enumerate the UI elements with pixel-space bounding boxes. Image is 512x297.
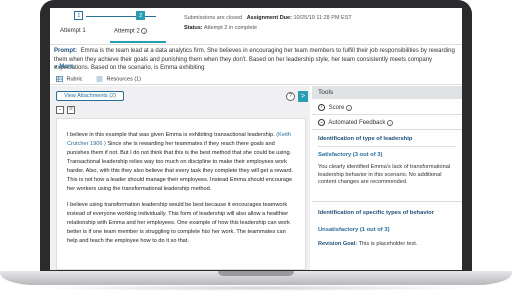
divider: [318, 146, 456, 147]
active-attempt-indicator: [110, 41, 166, 43]
chevron-down-icon: ∨: [54, 64, 58, 70]
prompt: Prompt: Emma is the team lead at a data …: [54, 47, 458, 73]
grid-icon: [56, 76, 63, 82]
info-icon[interactable]: i: [346, 104, 353, 111]
feedback-1-title: Identification of type of leadership: [318, 136, 413, 142]
tabs-bar: Rubric Resources (1): [50, 75, 462, 85]
submission-panel: View Attachments (2) ? > − ⤧ I believe i…: [50, 86, 310, 270]
prompt-text: Emma is the team lead at a data analytic…: [54, 48, 455, 71]
view-attachments-button[interactable]: View Attachments (2): [56, 91, 124, 101]
attempt-header: 1 Attempt 1 2 Attempt 2 i Submissions ar…: [50, 8, 462, 45]
score-row[interactable]: › Score i: [318, 104, 353, 112]
assignment-due-value: 10/25/19 11:28 PM EST: [293, 15, 352, 21]
prompt-label: Prompt:: [54, 48, 77, 54]
attempt-2-label: Attempt 2: [114, 28, 140, 35]
attempt-1-label: Attempt 1: [60, 28, 86, 34]
assignment-due-label: Assignment Due:: [246, 15, 292, 21]
chevron-down-icon: ⌄: [318, 119, 325, 126]
list-icon: [96, 76, 103, 82]
feedback-2-title: Identification of specific types of beha…: [318, 210, 434, 216]
feedback-1-level: Satisfactory (3 out of 3): [318, 152, 383, 158]
divider: [312, 129, 462, 130]
tab-resources-label: Resources (1): [106, 76, 142, 83]
revision-goal-label: Revision Goal:: [318, 241, 358, 247]
more-label: More: [59, 64, 74, 70]
tools-title: Tools: [312, 86, 462, 99]
attempt-2-number: 2: [136, 11, 146, 20]
attempt-2-step[interactable]: 2 Attempt 2 i: [114, 11, 148, 35]
info-icon[interactable]: i: [141, 28, 148, 34]
divider: [312, 201, 462, 202]
tools-panel: Tools › Score i ⌄ Automated Feedback i I…: [312, 86, 462, 270]
paragraph-1-body: Since she is rewarding her teammates if …: [67, 141, 294, 192]
tab-rubric-label: Rubric: [66, 76, 83, 83]
attempt-1-step[interactable]: 1 Attempt 1: [60, 11, 86, 34]
feedback-1-text: You clearly identified Emma's lack of tr…: [318, 164, 451, 185]
laptop-shadow: [30, 285, 482, 291]
expand-icon[interactable]: ⤧: [67, 106, 75, 114]
zoom-out-icon[interactable]: −: [56, 106, 64, 114]
revision-goal-text: This is placeholder text.: [358, 241, 418, 247]
laptop-notch: [218, 271, 294, 276]
submissions-status: Submissions are closed: [184, 15, 243, 21]
status-value: Attempt 2 in complete: [203, 25, 258, 31]
paragraph-1-intro: I believe in this example that was given…: [67, 132, 275, 138]
submission-meta: Submissions are closed Assignment Due: 1…: [184, 13, 352, 33]
paragraph-2: I believe using transformation leadershi…: [67, 202, 290, 244]
automated-feedback-label: Automated Feedback: [328, 120, 386, 127]
tab-rubric[interactable]: Rubric: [56, 76, 82, 82]
info-icon[interactable]: i: [387, 119, 394, 126]
attempt-1-number: 1: [74, 11, 84, 20]
screen: 1 Attempt 1 2 Attempt 2 i Submissions ar…: [50, 8, 462, 270]
more-link[interactable]: ∨ More: [54, 64, 74, 70]
submission-document: I believe in this example that was given…: [56, 118, 306, 270]
divider: [312, 114, 462, 115]
chevron-right-icon: ›: [318, 104, 325, 111]
help-icon[interactable]: ?: [286, 92, 295, 101]
tab-resources[interactable]: Resources (1): [96, 76, 141, 82]
status-label: Status:: [184, 25, 203, 31]
collapse-tools-button[interactable]: >: [298, 91, 308, 102]
feedback-2-level: Unsatisfactory (1 out of 3): [318, 227, 390, 233]
score-label: Score: [328, 105, 345, 112]
paragraph-1: I believe in this example that was given…: [67, 131, 295, 194]
feedback-2-goal: Revision Goal: This is placeholder text.: [318, 241, 417, 247]
automated-feedback-row[interactable]: ⌄ Automated Feedback i: [318, 119, 394, 127]
